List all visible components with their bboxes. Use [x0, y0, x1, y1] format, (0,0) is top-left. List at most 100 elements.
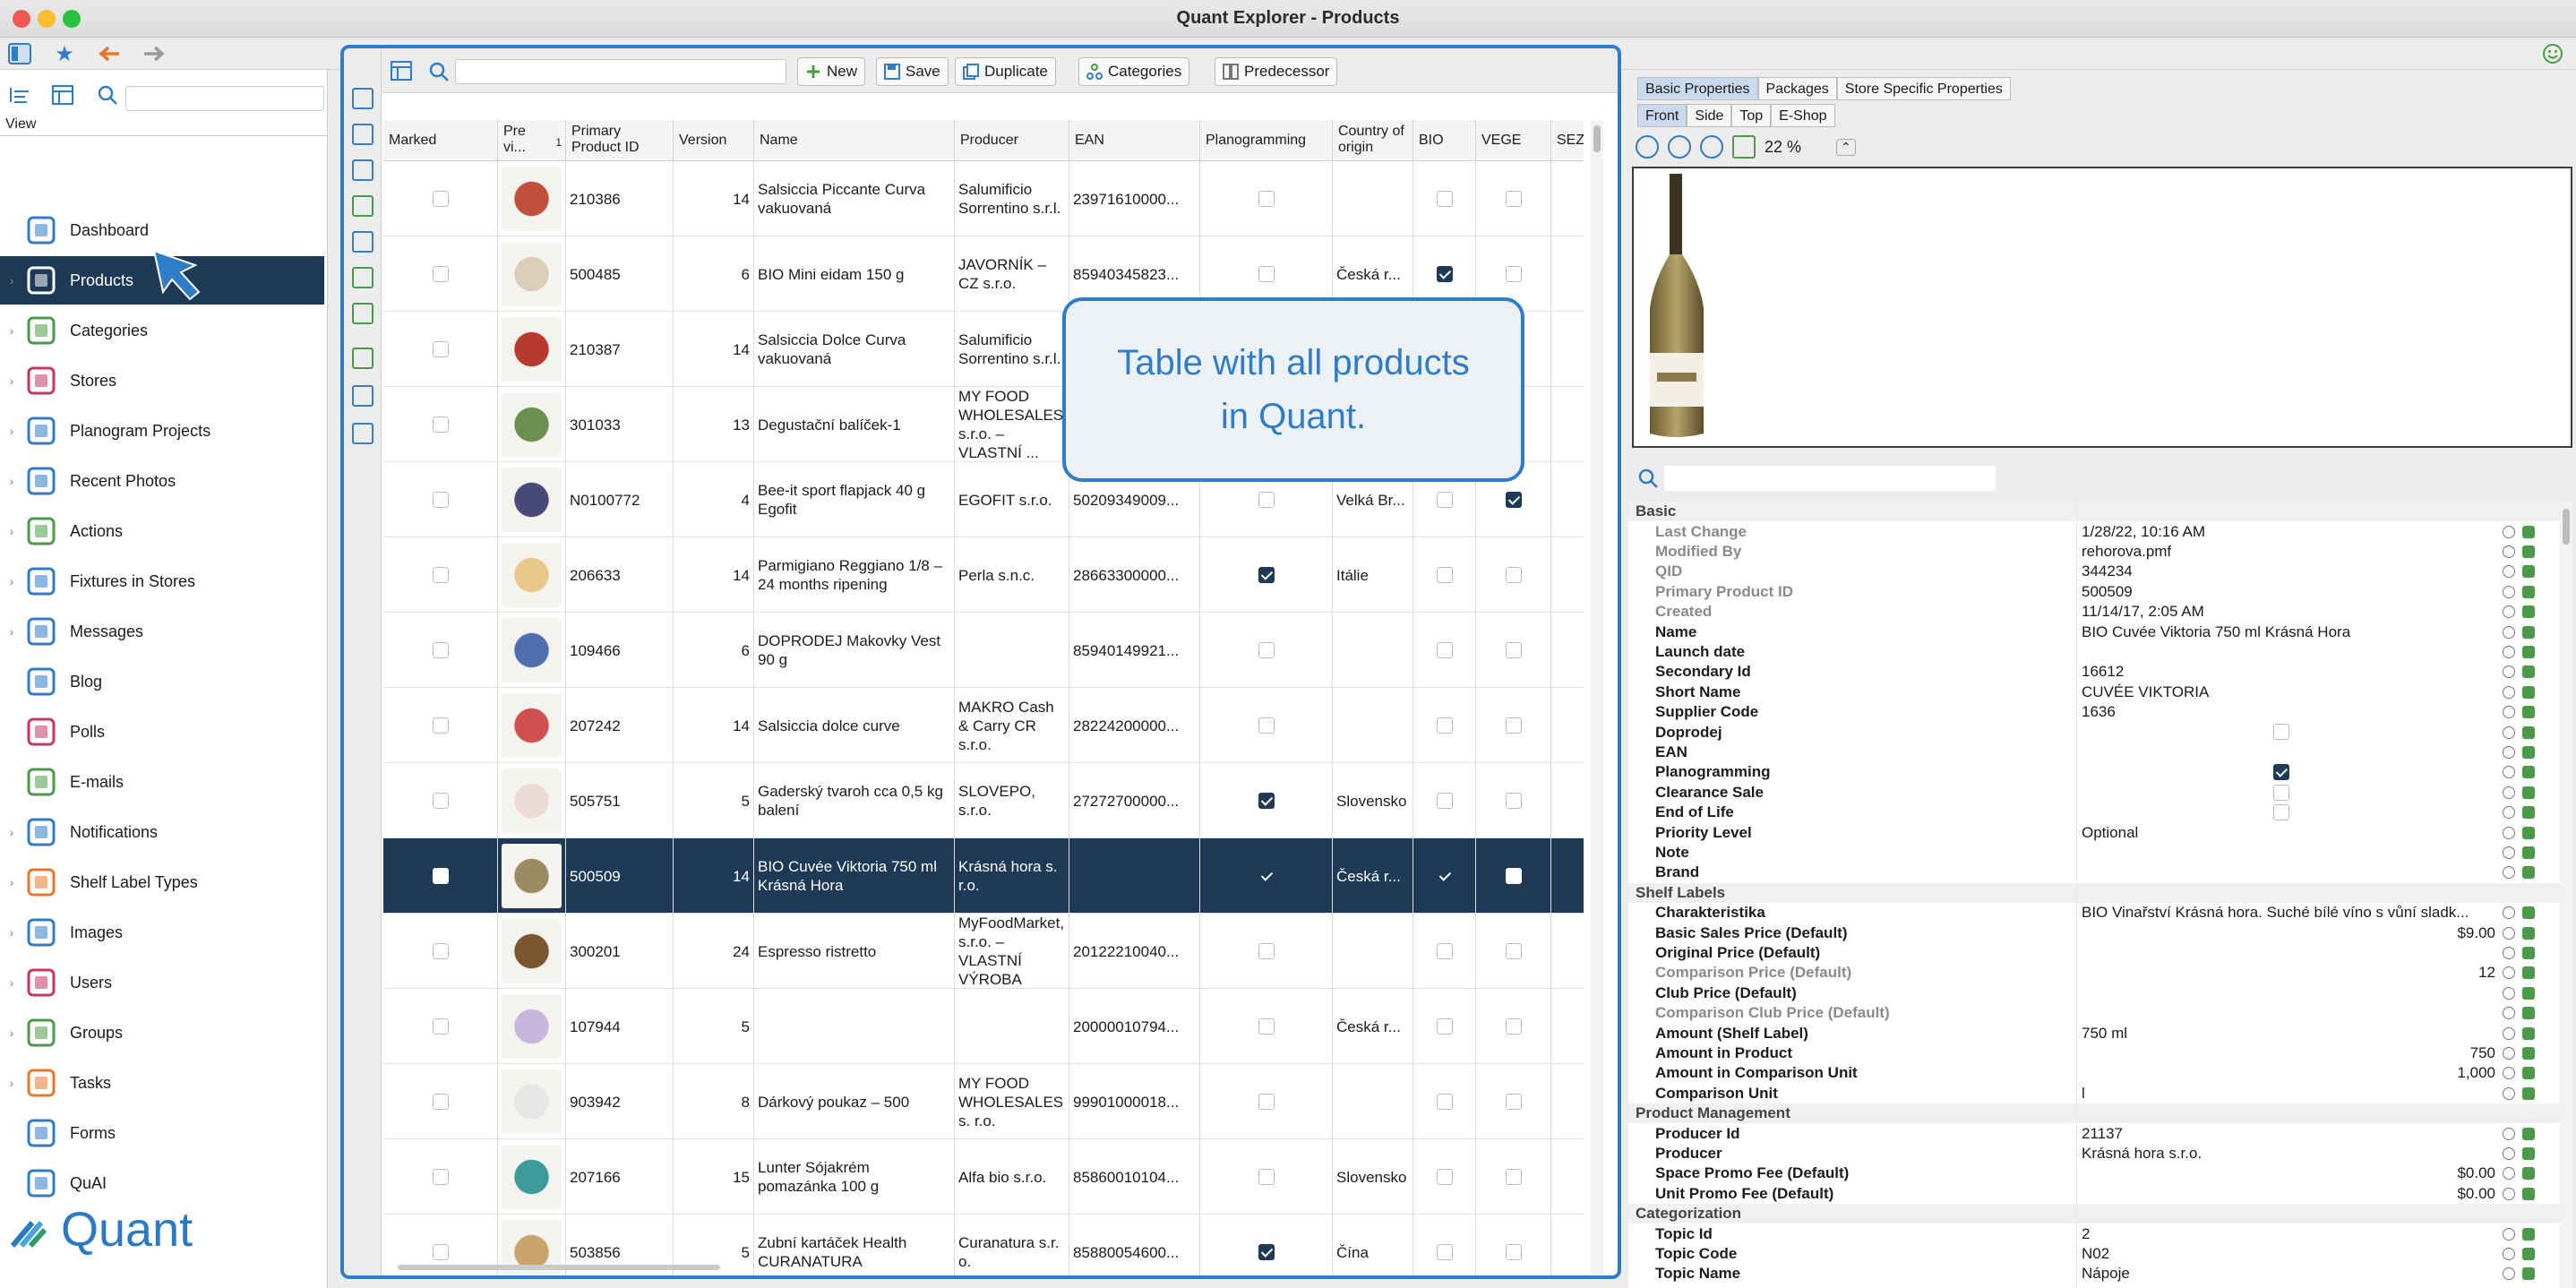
edit-icon[interactable]	[2522, 1127, 2535, 1140]
sidebar-item-planogram-projects[interactable]: › Planogram Projects	[0, 407, 324, 455]
sidebar-item-actions[interactable]: › Actions	[0, 507, 324, 555]
table-row[interactable]: 210386 14 Salsiccia Piccante Curva vakuova…	[383, 161, 1584, 236]
reset-icon[interactable]	[2503, 846, 2515, 859]
property-row[interactable]: Amount in Product 750	[1628, 1043, 2560, 1063]
property-row[interactable]: EAN	[1628, 743, 2560, 762]
expand-chevron-icon[interactable]: ›	[0, 925, 23, 940]
sidebar-item-groups[interactable]: › Groups	[0, 1009, 324, 1057]
property-row[interactable]: Unit Promo Fee (Default) $0.00	[1628, 1184, 2560, 1204]
bulk-edit-icon[interactable]	[352, 195, 374, 217]
reset-icon[interactable]	[2503, 986, 2515, 1000]
view-tab-front[interactable]: Front	[1637, 104, 1687, 127]
reset-icon[interactable]	[2503, 665, 2515, 679]
property-value[interactable]: BIO Vinařství Krásná hora. Suché bílé ví…	[2082, 904, 2469, 922]
sidebar-item-e-mails[interactable]: E-mails	[0, 758, 324, 806]
bio-checkbox[interactable]	[1437, 868, 1453, 884]
property-row[interactable]: Secondary Id 16612	[1628, 662, 2560, 682]
reset-icon[interactable]	[2503, 946, 2515, 959]
vege-checkbox[interactable]	[1505, 1244, 1522, 1260]
reset-icon[interactable]	[2503, 726, 2515, 739]
col-version[interactable]: Version	[674, 120, 754, 161]
expand-chevron-icon[interactable]: ›	[0, 875, 23, 889]
planogramming-checkbox[interactable]	[1258, 868, 1275, 884]
sidebar-item-stores[interactable]: › Stores	[0, 356, 324, 405]
property-row[interactable]: Modified By rehorova.pmf	[1628, 542, 2560, 562]
property-row[interactable]: Short Name CUVÉE VIKTORIA	[1628, 683, 2560, 702]
reset-icon[interactable]	[2503, 766, 2515, 779]
reset-icon[interactable]	[2503, 545, 2515, 558]
edit-icon[interactable]	[2522, 1267, 2535, 1281]
edit-icon[interactable]	[2522, 1167, 2535, 1181]
expand-chevron-icon[interactable]: ›	[0, 825, 23, 839]
property-checkbox[interactable]	[2273, 724, 2289, 741]
col-producer[interactable]: Producer	[955, 120, 1069, 161]
back-arrow-icon[interactable]	[97, 41, 122, 66]
table-row[interactable]: 207242 14 Salsiccia dolce curve MAKRO Cash …	[383, 688, 1584, 763]
vege-checkbox[interactable]	[1505, 266, 1522, 282]
property-row[interactable]: End of Life	[1628, 803, 2560, 822]
expand-chevron-icon[interactable]: ›	[0, 323, 23, 338]
marked-checkbox[interactable]	[432, 341, 449, 357]
property-value[interactable]: 16612	[2082, 663, 2124, 681]
reset-icon[interactable]	[2503, 1167, 2515, 1181]
property-row[interactable]: Primary Product ID 500509	[1628, 582, 2560, 602]
reset-icon[interactable]	[2503, 745, 2515, 759]
marked-checkbox[interactable]	[432, 191, 449, 207]
edit-icon[interactable]	[2522, 1046, 2535, 1060]
csv-export-icon[interactable]	[352, 348, 374, 369]
property-row[interactable]: Name BIO Cuvée Viktoria 750 ml Krásná Hor…	[1628, 622, 2560, 641]
expand-chevron-icon[interactable]: ›	[0, 424, 23, 438]
edit-icon[interactable]	[2522, 1146, 2535, 1160]
property-row[interactable]: Comparison Unit l	[1628, 1084, 2560, 1103]
bio-checkbox[interactable]	[1436, 492, 1453, 508]
paste-icon[interactable]	[352, 159, 374, 181]
property-checkbox[interactable]	[2273, 784, 2289, 801]
property-row[interactable]: Space Promo Fee (Default) $0.00	[1628, 1163, 2560, 1183]
bio-checkbox[interactable]	[1436, 1169, 1453, 1185]
property-checkbox[interactable]	[2273, 804, 2289, 820]
col-preview[interactable]: Pre vi... 1	[498, 120, 566, 161]
property-value[interactable]: 21137	[2082, 1125, 2123, 1143]
planogramming-checkbox[interactable]	[1258, 1094, 1275, 1110]
sidebar-item-messages[interactable]: › Messages	[0, 607, 324, 656]
predecessor-button[interactable]: Predecessor	[1215, 57, 1338, 86]
property-row[interactable]: Comparison Club Price (Default)	[1628, 1003, 2560, 1023]
table-search-input[interactable]	[455, 59, 786, 84]
expand-chevron-icon[interactable]: ›	[0, 574, 23, 588]
property-section[interactable]: Product Management	[1628, 1103, 2560, 1124]
vege-checkbox[interactable]	[1505, 1018, 1522, 1035]
zoom-fit-icon[interactable]	[1732, 135, 1756, 159]
reset-icon[interactable]	[2503, 826, 2515, 839]
edit-icon[interactable]	[2522, 625, 2535, 639]
property-checkbox[interactable]	[2273, 764, 2289, 781]
reset-icon[interactable]	[2503, 1086, 2515, 1100]
edit-icon[interactable]	[2522, 786, 2535, 799]
vege-checkbox[interactable]	[1505, 717, 1522, 734]
col-vege[interactable]: VEGE	[1476, 120, 1551, 161]
edit-icon[interactable]	[2522, 605, 2535, 619]
table-vertical-scrollbar[interactable]	[1591, 120, 1603, 1275]
expand-chevron-icon[interactable]: ›	[0, 975, 23, 990]
col-name[interactable]: Name	[754, 120, 955, 161]
reset-icon[interactable]	[2503, 645, 2515, 658]
table-row[interactable]: 107944 5 20000010794... Česká r...	[383, 989, 1584, 1064]
property-row[interactable]: Topic Name Nápoje	[1628, 1264, 2560, 1284]
planogramming-checkbox[interactable]	[1258, 642, 1275, 658]
property-row[interactable]: Club Price (Default)	[1628, 983, 2560, 1003]
planogramming-checkbox[interactable]	[1258, 717, 1275, 734]
sidebar-item-quai[interactable]: QuAI	[0, 1159, 324, 1207]
property-row[interactable]: Charakteristika BIO Vinařství Krásná hora…	[1628, 903, 2560, 923]
vege-checkbox[interactable]	[1505, 1094, 1522, 1110]
property-value[interactable]: l	[2082, 1085, 2085, 1103]
copy-icon[interactable]	[352, 124, 374, 145]
bio-checkbox[interactable]	[1436, 1244, 1453, 1260]
property-section[interactable]: Shelf Labels	[1628, 882, 2560, 903]
edit-icon[interactable]	[2522, 846, 2535, 859]
col-bio[interactable]: BIO	[1413, 120, 1476, 161]
property-value[interactable]: N02	[2082, 1245, 2109, 1263]
marked-checkbox[interactable]	[432, 717, 449, 734]
property-row[interactable]: Supplier Code 1636	[1628, 702, 2560, 722]
vege-checkbox[interactable]	[1505, 1169, 1522, 1185]
view-tab-e-shop[interactable]: E-Shop	[1771, 104, 1835, 127]
planogramming-checkbox[interactable]	[1258, 492, 1275, 508]
